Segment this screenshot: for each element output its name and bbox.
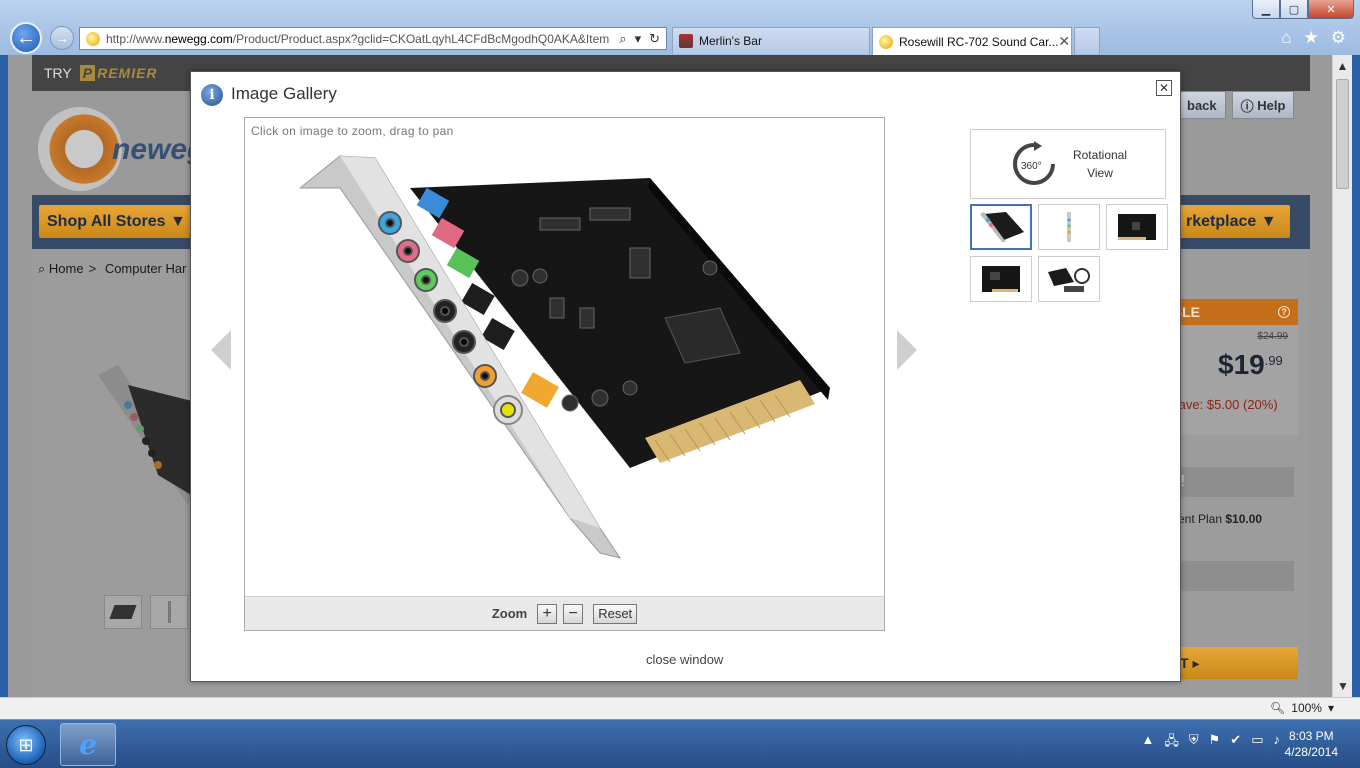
- tab-close-icon[interactable]: ✕: [1058, 33, 1070, 50]
- action-center-flag-icon[interactable]: ⚑: [1209, 732, 1221, 754]
- tab-label: Rosewill RC-702 Sound Car...: [899, 34, 1059, 49]
- tab-merlins-bar[interactable]: Merlin's Bar: [672, 27, 870, 54]
- add-to-cart-button[interactable]: T ▸: [1164, 647, 1298, 679]
- search-icon[interactable]: ⌕: [619, 31, 626, 47]
- image-viewer[interactable]: Click on image to zoom, drag to pan Zoom…: [244, 117, 885, 631]
- scroll-down-icon[interactable]: ▼: [1333, 675, 1353, 697]
- start-button[interactable]: ⊞: [6, 725, 46, 765]
- newegg-logo[interactable]: neweg: [38, 107, 205, 191]
- zoom-controls: Zoom + − Reset: [245, 596, 884, 630]
- tab-label: Merlin's Bar: [699, 34, 762, 48]
- tray-expand-icon[interactable]: ▲: [1142, 732, 1155, 754]
- thumbnail-image: [1067, 212, 1071, 242]
- thumbnail-image: [1048, 268, 1090, 292]
- sound-card-image[interactable]: [300, 148, 830, 563]
- breadcrumb-home[interactable]: Home: [49, 261, 84, 276]
- thumbnail-4[interactable]: [970, 256, 1032, 302]
- thumbnail-strip: [970, 204, 1170, 302]
- new-tab-button[interactable]: [1074, 27, 1100, 54]
- arrow-right-icon: →: [55, 30, 69, 46]
- scroll-thumb[interactable]: [1336, 79, 1349, 189]
- address-url[interactable]: http://www.newegg.com/Product/Product.as…: [106, 32, 613, 46]
- help-icon[interactable]: ?: [1278, 306, 1290, 318]
- rotational-view-button[interactable]: 360° Rotational View: [970, 129, 1166, 199]
- volume-icon[interactable]: ♪: [1274, 732, 1281, 754]
- next-image-arrow-icon[interactable]: [897, 330, 917, 370]
- display-icon[interactable]: ▭: [1251, 732, 1263, 754]
- savings-text: Save: $5.00 (20%): [1170, 397, 1278, 412]
- zoom-magnifier-icon: 🔍︎: [1270, 701, 1286, 715]
- logo-disk-icon: [38, 107, 122, 191]
- thumbnail-1[interactable]: [970, 204, 1032, 250]
- thumbnail-3[interactable]: [1106, 204, 1168, 250]
- thumbnail-5[interactable]: [1038, 256, 1100, 302]
- protection-plan[interactable]: ment Plan $10.00: [1168, 512, 1262, 526]
- thumbnail-image: [982, 266, 1020, 292]
- gear-icon[interactable]: ⚙: [1331, 28, 1346, 48]
- page-thumbnail[interactable]: [104, 595, 142, 629]
- internet-explorer-icon: e: [79, 728, 97, 761]
- system-tray: ▲ 🖧︎ ⛨ ⚑ ✔ ▭ ♪: [1142, 732, 1281, 754]
- maximize-button[interactable]: ▢: [1280, 0, 1308, 19]
- taskbar: ⊞ e ▲ 🖧︎ ⛨ ⚑ ✔ ▭ ♪ 8:03 PM 4/28/2014: [0, 719, 1360, 768]
- dropdown-icon[interactable]: ▾: [635, 31, 642, 47]
- site-favicon-icon: [879, 34, 893, 49]
- marketplace-button[interactable]: rketplace ▼: [1178, 205, 1290, 238]
- windows-logo-icon: ⊞: [18, 734, 34, 755]
- security-shield-icon[interactable]: ⛨: [1189, 732, 1199, 754]
- price-header: BLE ?: [1164, 299, 1298, 325]
- arrow-left-icon: ←: [16, 26, 36, 49]
- refresh-icon[interactable]: ↻: [649, 31, 660, 47]
- close-window-link[interactable]: close window: [646, 652, 723, 667]
- breadcrumb: ⌕ Home > Computer Har: [38, 261, 187, 276]
- home-icon[interactable]: ⌂: [1281, 28, 1291, 48]
- forward-button[interactable]: →: [50, 26, 74, 50]
- window-close-button[interactable]: ✕: [1308, 0, 1354, 19]
- thumbnail-image: [980, 212, 1024, 242]
- bar-favicon-icon: [679, 34, 693, 48]
- favorites-star-icon[interactable]: ★: [1304, 28, 1319, 48]
- window-controls: ▁ ▢ ✕: [1252, 0, 1354, 19]
- network-icon[interactable]: 🖧︎: [1164, 732, 1179, 754]
- browser-chrome: ▁ ▢ ✕ ← → http://www.newegg.com/Product/…: [0, 0, 1360, 55]
- sale-price: $19.99: [1218, 349, 1283, 380]
- taskbar-clock[interactable]: 8:03 PM 4/28/2014: [1285, 728, 1338, 760]
- rotate-360-icon: 360°: [1013, 141, 1055, 185]
- update-check-icon[interactable]: ✔: [1230, 732, 1241, 754]
- back-button[interactable]: ←: [10, 22, 42, 54]
- feedback-button[interactable]: back: [1178, 91, 1226, 119]
- vertical-scrollbar[interactable]: ▲ ▼: [1332, 55, 1352, 697]
- thumbnail-2[interactable]: [1038, 204, 1100, 250]
- previous-image-arrow-icon[interactable]: [211, 330, 231, 370]
- alert-bar[interactable]: t!: [1164, 467, 1294, 497]
- option-bar[interactable]: [1164, 561, 1294, 591]
- status-bar: 🔍︎ 100% ▾: [0, 697, 1360, 719]
- zoom-in-button[interactable]: +: [537, 603, 558, 624]
- tab-rosewill[interactable]: Rosewill RC-702 Sound Car... ✕: [872, 27, 1072, 55]
- zoom-out-button[interactable]: −: [563, 603, 584, 624]
- shop-all-stores-button[interactable]: Shop All Stores ▼: [39, 205, 195, 238]
- original-price: $24.99: [1257, 331, 1288, 342]
- page-thumbnail[interactable]: [150, 595, 188, 629]
- reset-zoom-button[interactable]: Reset: [593, 603, 638, 624]
- help-icon: ⓘ: [1240, 98, 1258, 114]
- dropdown-icon[interactable]: ▾: [1328, 701, 1334, 715]
- image-gallery-modal: i Image Gallery ✕ Click on image to zoom…: [190, 71, 1181, 682]
- price-panel: BLE ? $24.99 ER $19.99 Save: $5.00 (20%): [1164, 299, 1298, 697]
- modal-close-button[interactable]: ✕: [1156, 80, 1172, 96]
- address-bar[interactable]: http://www.newegg.com/Product/Product.as…: [79, 27, 667, 50]
- svg-text:360°: 360°: [1021, 161, 1042, 172]
- info-icon: i: [201, 84, 223, 106]
- taskbar-ie-button[interactable]: e: [60, 723, 116, 766]
- thumbnail-image: [1118, 214, 1156, 240]
- modal-title: Image Gallery: [231, 84, 337, 103]
- zoom-indicator[interactable]: 🔍︎ 100% ▾: [1270, 701, 1334, 715]
- search-icon: ⌕: [38, 261, 46, 276]
- minimize-button[interactable]: ▁: [1252, 0, 1280, 19]
- help-button[interactable]: ⓘ Help: [1231, 91, 1295, 119]
- scroll-up-icon[interactable]: ▲: [1333, 55, 1352, 77]
- viewer-hint: Click on image to zoom, drag to pan: [251, 124, 454, 138]
- site-favicon-icon: [86, 31, 100, 46]
- breadcrumb-computer-hardware[interactable]: Computer Har: [105, 261, 187, 276]
